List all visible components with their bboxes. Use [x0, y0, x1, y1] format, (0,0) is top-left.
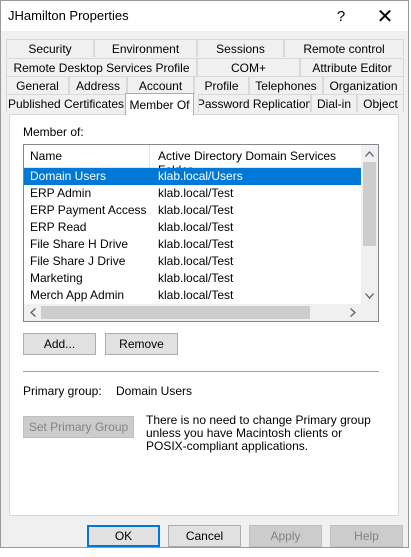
- group-folder: klab.local/Test: [158, 237, 234, 251]
- list-item[interactable]: File Share H Drive klab.local/Test: [24, 236, 361, 253]
- window-title: JHamilton Properties: [8, 8, 129, 23]
- tab-object[interactable]: Object: [357, 94, 404, 112]
- tab-remote-desktop-services-profile[interactable]: Remote Desktop Services Profile: [6, 58, 197, 76]
- divider: [23, 371, 379, 372]
- scroll-up-icon[interactable]: [361, 145, 378, 162]
- tab-member-of[interactable]: Member Of: [125, 93, 194, 115]
- group-folder: klab.local/Test: [158, 220, 234, 234]
- list-item[interactable]: ERP Payment Access klab.local/Test: [24, 202, 361, 219]
- group-name: Domain Users: [30, 169, 107, 183]
- tab-remote-control[interactable]: Remote control: [284, 39, 404, 57]
- group-folder: klab.local/Test: [158, 271, 234, 285]
- apply-button[interactable]: Apply: [249, 525, 322, 547]
- group-name: ERP Read: [30, 220, 87, 234]
- member-of-label: Member of:: [23, 125, 84, 139]
- properties-dialog: JHamilton Properties ? ✕ Security Enviro…: [0, 0, 409, 548]
- tab-sessions[interactable]: Sessions: [197, 39, 284, 57]
- list-item[interactable]: Merch App Admin klab.local/Test: [24, 287, 361, 304]
- cancel-button[interactable]: Cancel: [168, 525, 241, 547]
- list-header: Name Active Directory Domain Services Fo…: [24, 145, 361, 177]
- column-header-name[interactable]: Name: [30, 149, 62, 163]
- group-name: File Share H Drive: [30, 237, 129, 251]
- remove-button[interactable]: Remove: [105, 333, 178, 355]
- vertical-scroll-thumb[interactable]: [363, 162, 376, 246]
- primary-group-note: There is no need to change Primary group…: [146, 413, 371, 453]
- list-rows: Domain Users klab.local/Users ERP Admin …: [24, 168, 361, 305]
- group-name: ERP Admin: [30, 186, 92, 200]
- tab-account[interactable]: Account: [127, 76, 194, 94]
- tab-password-replication[interactable]: Password Replication: [198, 94, 311, 112]
- tab-published-certificates[interactable]: Published Certificates: [6, 94, 126, 112]
- group-name: File Share J Drive: [30, 254, 126, 268]
- member-of-list[interactable]: Name Active Directory Domain Services Fo…: [23, 144, 379, 322]
- scroll-down-icon[interactable]: [361, 287, 378, 304]
- column-divider[interactable]: [149, 145, 150, 167]
- tab-profile[interactable]: Profile: [194, 76, 249, 94]
- add-button[interactable]: Add...: [23, 333, 96, 355]
- help-button[interactable]: Help: [330, 525, 403, 547]
- scroll-left-icon[interactable]: [24, 304, 41, 321]
- tab-telephones[interactable]: Telephones: [249, 76, 323, 94]
- close-icon[interactable]: ✕: [363, 1, 407, 31]
- group-folder: klab.local/Test: [158, 288, 234, 302]
- tab-strip: Security Environment Sessions Remote con…: [6, 39, 404, 117]
- tab-environment[interactable]: Environment: [94, 39, 197, 57]
- group-folder: klab.local/Users: [158, 169, 243, 183]
- scroll-right-icon[interactable]: [344, 304, 361, 321]
- title-bar: JHamilton Properties ? ✕: [1, 1, 408, 31]
- group-name: ERP Payment Access: [30, 203, 147, 217]
- tab-organization[interactable]: Organization: [323, 76, 404, 94]
- horizontal-scrollbar[interactable]: [24, 304, 361, 321]
- group-folder: klab.local/Test: [158, 254, 234, 268]
- list-item[interactable]: Marketing klab.local/Test: [24, 270, 361, 287]
- vertical-scrollbar[interactable]: [361, 145, 378, 304]
- tab-security[interactable]: Security: [6, 39, 94, 57]
- list-item[interactable]: ERP Read klab.local/Test: [24, 219, 361, 236]
- tab-com-plus[interactable]: COM+: [197, 58, 300, 76]
- group-name: Merch App Admin: [30, 288, 125, 302]
- primary-group-value: Domain Users: [116, 384, 193, 398]
- tab-address[interactable]: Address: [69, 76, 127, 94]
- group-folder: klab.local/Test: [158, 203, 234, 217]
- tab-dial-in[interactable]: Dial-in: [311, 94, 357, 112]
- horizontal-scroll-thumb[interactable]: [41, 306, 310, 319]
- list-item[interactable]: Domain Users klab.local/Users: [24, 168, 361, 185]
- primary-group-label: Primary group:: [23, 384, 102, 398]
- list-item[interactable]: ERP Admin klab.local/Test: [24, 185, 361, 202]
- set-primary-group-button[interactable]: Set Primary Group: [23, 416, 134, 438]
- tab-general[interactable]: General: [6, 76, 69, 94]
- group-name: Marketing: [30, 271, 83, 285]
- ok-button[interactable]: OK: [87, 525, 160, 547]
- list-item[interactable]: File Share J Drive klab.local/Test: [24, 253, 361, 270]
- scroll-corner: [361, 304, 378, 321]
- help-icon[interactable]: ?: [319, 1, 363, 31]
- group-folder: klab.local/Test: [158, 186, 234, 200]
- tab-attribute-editor[interactable]: Attribute Editor: [300, 58, 404, 76]
